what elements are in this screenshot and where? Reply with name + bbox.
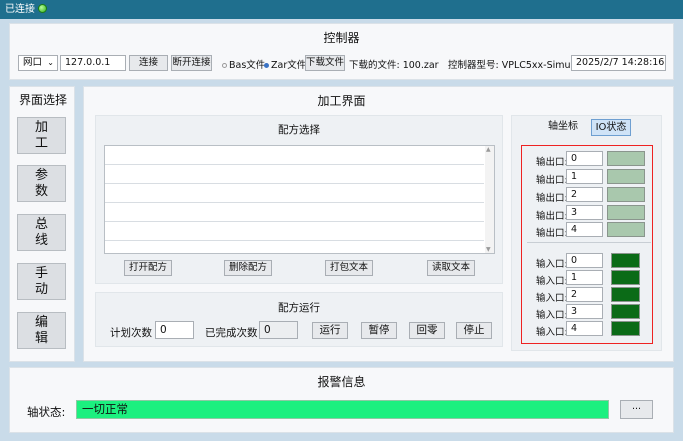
title-bar: 已连接: [0, 0, 683, 19]
pause-button[interactable]: 暂停: [361, 322, 397, 339]
output-indicator[interactable]: [607, 169, 645, 184]
list-item[interactable]: [105, 184, 484, 203]
io-separator: [527, 242, 651, 243]
nav-button-params[interactable]: 参数: [17, 165, 66, 202]
tab-axis-coords[interactable]: 轴坐标: [544, 119, 582, 136]
input-index[interactable]: 0: [566, 253, 603, 268]
recipe-run-title: 配方运行: [278, 302, 320, 314]
output-index[interactable]: 0: [566, 151, 603, 166]
list-item[interactable]: [105, 165, 484, 184]
output-label: 输出口:: [536, 228, 568, 239]
scroll-down-icon[interactable]: ▼: [486, 246, 491, 253]
home-button[interactable]: 回零: [409, 322, 445, 339]
input-indicator: [611, 270, 640, 285]
connect-button[interactable]: 连接: [129, 55, 168, 71]
radio-unchecked-icon: [222, 63, 227, 68]
input-label: 输入口:: [536, 259, 568, 270]
scroll-up-icon[interactable]: ▲: [486, 146, 491, 153]
alarm-title: 报警信息: [317, 375, 366, 389]
tab-io-status[interactable]: IO状态: [591, 119, 631, 136]
nav-button-bus[interactable]: 总线: [17, 214, 66, 251]
input-index[interactable]: 3: [566, 304, 603, 319]
input-label: 输入口:: [536, 293, 568, 304]
port-select-value: 网口: [23, 57, 43, 68]
downloaded-file-label: 下载的文件: 100.zar: [349, 60, 439, 71]
zar-file-radio[interactable]: Zar文件: [264, 57, 306, 71]
output-index[interactable]: 2: [566, 187, 603, 202]
port-select[interactable]: 网口 ⌄: [18, 55, 58, 71]
output-label: 输出口:: [536, 211, 568, 222]
open-recipe-button[interactable]: 打开配方: [124, 260, 172, 276]
controller-title: 控制器: [323, 31, 360, 45]
input-indicator: [611, 321, 640, 336]
ip-input[interactable]: 127.0.0.1: [60, 55, 126, 71]
output-index[interactable]: 4: [566, 222, 603, 237]
bas-file-label: Bas文件: [229, 60, 266, 71]
more-button[interactable]: ···: [620, 400, 653, 419]
input-indicator: [611, 253, 640, 268]
input-label: 输入口:: [536, 276, 568, 287]
done-count-value: 0: [259, 321, 298, 339]
input-indicator: [611, 304, 640, 319]
input-index[interactable]: 2: [566, 287, 603, 302]
bas-file-radio[interactable]: Bas文件: [222, 57, 265, 71]
process-title: 加工界面: [317, 94, 366, 108]
pack-text-button[interactable]: 打包文本: [325, 260, 373, 276]
output-label: 输出口:: [536, 193, 568, 204]
output-label: 输出口:: [536, 157, 568, 168]
plan-count-input[interactable]: 0: [155, 321, 194, 339]
connection-led-icon: [38, 4, 47, 13]
controller-model-label: 控制器型号: VPLC5xx-Simu: [448, 60, 571, 71]
input-index[interactable]: 1: [566, 270, 603, 285]
radio-checked-icon: [264, 63, 269, 68]
datetime-display: 2025/2/7 14:28:16: [571, 55, 666, 71]
output-label: 输出口:: [536, 175, 568, 186]
list-item[interactable]: [105, 222, 484, 241]
connection-status: 已连接: [5, 4, 35, 15]
download-file-button[interactable]: 下载文件: [305, 55, 345, 71]
input-label: 输入口:: [536, 310, 568, 321]
done-count-label: 已完成次数: [205, 327, 258, 339]
output-index[interactable]: 1: [566, 169, 603, 184]
input-label: 输入口:: [536, 327, 568, 338]
delete-recipe-button[interactable]: 删除配方: [224, 260, 272, 276]
output-index[interactable]: 3: [566, 205, 603, 220]
nav-button-edit[interactable]: 编辑: [17, 312, 66, 349]
list-item[interactable]: [105, 146, 484, 165]
list-scrollbar[interactable]: ▲ ▼: [485, 146, 494, 253]
list-item[interactable]: [105, 203, 484, 222]
input-index[interactable]: 4: [566, 321, 603, 336]
output-indicator[interactable]: [607, 151, 645, 166]
output-indicator[interactable]: [607, 187, 645, 202]
axis-status-bar: 一切正常: [76, 400, 609, 419]
recipe-select-title: 配方选择: [278, 124, 320, 136]
disconnect-button[interactable]: 断开连接: [171, 55, 212, 71]
run-button[interactable]: 运行: [312, 322, 348, 339]
chevron-down-icon: ⌄: [47, 58, 54, 67]
stop-button[interactable]: 停止: [456, 322, 492, 339]
nav-button-process[interactable]: 加工: [17, 117, 66, 154]
output-indicator[interactable]: [607, 222, 645, 237]
recipe-list[interactable]: ▲ ▼: [104, 145, 495, 254]
input-indicator: [611, 287, 640, 302]
plan-count-label: 计划次数: [110, 327, 152, 339]
read-text-button[interactable]: 读取文本: [427, 260, 475, 276]
axis-status-label: 轴状态:: [27, 405, 66, 419]
zar-file-label: Zar文件: [271, 60, 307, 71]
output-indicator[interactable]: [607, 205, 645, 220]
nav-button-manual[interactable]: 手动: [17, 263, 66, 300]
